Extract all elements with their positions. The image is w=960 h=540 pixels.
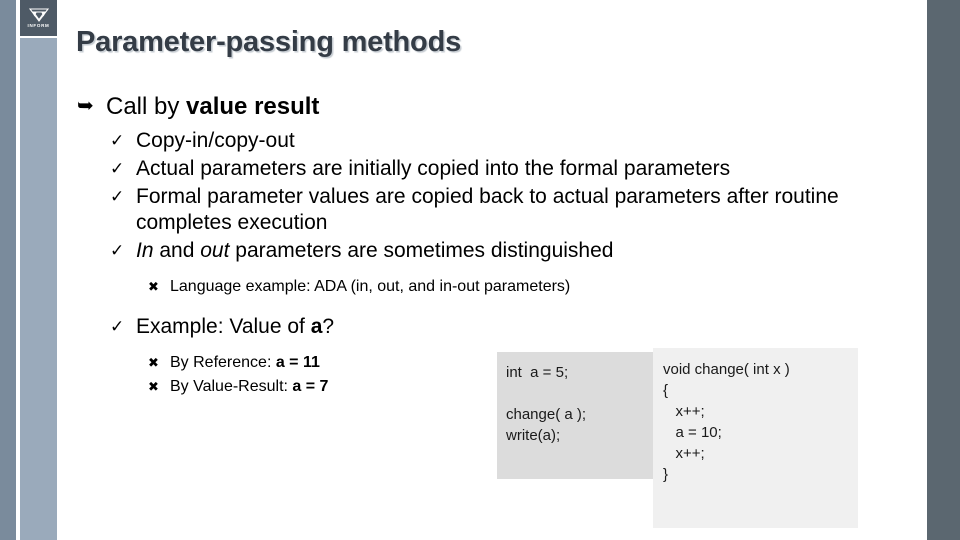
example-heading-tail: ? bbox=[322, 315, 335, 338]
right-accent-bar bbox=[927, 0, 960, 540]
list-item-label: Actual parameters are initially copied i… bbox=[136, 157, 731, 180]
page-title: Parameter-passing methods bbox=[76, 26, 462, 58]
bullet-level1-plain: Call by bbox=[106, 93, 187, 120]
check-icon: ✓ bbox=[110, 187, 125, 206]
hollow-arrow-icon: ➥ bbox=[77, 95, 94, 117]
bullet-level1-call-by-value-result: ➥ Call by value result bbox=[76, 92, 924, 122]
bullet-level3-group-language: ✖ Language example: ADA (in, out, and in… bbox=[110, 276, 924, 298]
organization-logo: INFORM bbox=[20, 0, 57, 36]
list-item-label: Formal parameter values are copied back … bbox=[136, 185, 839, 234]
result-label: By Reference: bbox=[170, 354, 276, 371]
result-value: a = 7 bbox=[292, 378, 329, 395]
cross-icon: ✖ bbox=[148, 379, 159, 394]
code-block-callee: void change( int x ) { x++; a = 10; x++;… bbox=[653, 348, 858, 528]
list-item-example-heading: ✓ Example: Value of a? bbox=[110, 314, 924, 340]
list-item-language-example: ✖ Language example: ADA (in, out, and in… bbox=[146, 276, 924, 298]
list-item: ✓ Formal parameter values are copied bac… bbox=[110, 184, 924, 236]
list-item: ✓ Actual parameters are initially copied… bbox=[110, 156, 924, 182]
example-heading-variable: a bbox=[310, 315, 323, 338]
keyword-out: out bbox=[200, 239, 230, 262]
in-out-tail: parameters are sometimes distinguished bbox=[229, 239, 614, 262]
list-item-label: Copy-in/copy-out bbox=[136, 129, 295, 152]
cross-icon: ✖ bbox=[148, 355, 159, 370]
left-accent-bar-dark bbox=[0, 0, 16, 540]
triangle-logo-icon bbox=[28, 8, 49, 23]
bullet-level1-bold: value result bbox=[186, 93, 320, 120]
result-label: By Value-Result: bbox=[170, 378, 293, 395]
keyword-in: In bbox=[136, 239, 154, 262]
check-icon: ✓ bbox=[110, 131, 125, 150]
check-icon: ✓ bbox=[110, 241, 125, 260]
example-heading-lead: Example: Value of bbox=[136, 315, 311, 338]
check-icon: ✓ bbox=[110, 317, 125, 336]
result-value: a = 11 bbox=[275, 354, 320, 371]
check-icon: ✓ bbox=[110, 159, 125, 178]
left-accent-bar-light bbox=[20, 38, 57, 540]
list-item-in-out: ✓ In and out parameters are sometimes di… bbox=[110, 238, 924, 264]
list-item-label: Language example: ADA (in, out, and in-o… bbox=[170, 278, 571, 295]
cross-icon: ✖ bbox=[148, 279, 159, 294]
logo-caption: INFORM bbox=[27, 22, 50, 28]
code-block-caller: int a = 5; change( a ); write(a); bbox=[497, 352, 653, 479]
in-out-connector: and bbox=[153, 239, 201, 262]
list-item: ✓ Copy-in/copy-out bbox=[110, 128, 924, 154]
